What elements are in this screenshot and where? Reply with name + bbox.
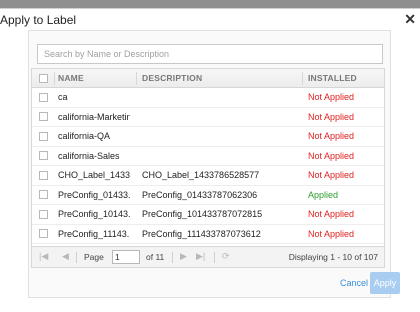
labels-table: NAME DESCRIPTION INSTALLED ca Not Applied… bbox=[31, 68, 385, 247]
column-divider bbox=[136, 72, 137, 85]
table-header: NAME DESCRIPTION INSTALLED bbox=[32, 69, 384, 88]
column-divider bbox=[302, 72, 303, 85]
prev-page-icon[interactable]: ◀ bbox=[62, 251, 69, 262]
pager-divider bbox=[172, 252, 173, 263]
pager-divider bbox=[214, 252, 215, 263]
label-name: ca bbox=[58, 92, 68, 103]
label-description bbox=[142, 127, 307, 146]
row-checkbox[interactable] bbox=[38, 112, 48, 122]
table-row[interactable]: california-Sales Not Applied bbox=[32, 147, 384, 166]
installed-status: Not Applied bbox=[308, 92, 355, 103]
table-row[interactable]: PreConfig_10143... PreConfig_101433787072… bbox=[32, 205, 384, 225]
label-name: PreConfig_10143... bbox=[58, 209, 130, 220]
select-all-cell[interactable] bbox=[32, 69, 54, 87]
label-description: PreConfig_101433787072815 bbox=[142, 209, 263, 220]
label-description: PreConfig_01433787062306 bbox=[142, 189, 258, 200]
refresh-icon[interactable]: ⟳ bbox=[222, 251, 230, 262]
row-select-cell[interactable] bbox=[32, 108, 54, 127]
close-icon[interactable]: ✕ bbox=[404, 11, 416, 27]
label-name: PreConfig_11143... bbox=[58, 228, 130, 239]
table-row[interactable]: CHO_Label_1433... CHO_Label_1433786528577… bbox=[32, 166, 384, 186]
row-select-cell[interactable] bbox=[32, 88, 54, 107]
column-header-description[interactable]: DESCRIPTION bbox=[142, 69, 307, 87]
installed-status: Not Applied bbox=[308, 228, 355, 239]
row-select-cell[interactable] bbox=[32, 166, 54, 185]
page-label: Page bbox=[84, 252, 104, 262]
column-header-installed[interactable]: INSTALLED bbox=[308, 69, 382, 87]
cancel-button[interactable]: Cancel bbox=[340, 278, 368, 288]
apply-button[interactable]: Apply bbox=[370, 272, 400, 294]
label-description bbox=[142, 88, 307, 107]
installed-status: Not Applied bbox=[308, 111, 355, 122]
table-row[interactable]: california-Marketing Not Applied bbox=[32, 108, 384, 127]
row-checkbox[interactable] bbox=[38, 229, 48, 239]
row-checkbox[interactable] bbox=[38, 170, 48, 180]
table-row[interactable]: PreConfig_01433... PreConfig_014337870623… bbox=[32, 186, 384, 205]
label-name: california-Marketing bbox=[58, 111, 130, 122]
search-input[interactable] bbox=[37, 44, 383, 64]
table-row[interactable]: PreConfig_11143... PreConfig_111433787073… bbox=[32, 225, 384, 244]
label-description: PreConfig_111433787073612 bbox=[142, 228, 261, 239]
row-checkbox[interactable] bbox=[38, 209, 48, 219]
row-select-cell[interactable] bbox=[32, 225, 54, 244]
next-page-icon[interactable]: ▶ bbox=[180, 251, 187, 262]
installed-status: Not Applied bbox=[308, 170, 355, 181]
label-name: california-Sales bbox=[58, 150, 120, 161]
dialog-titlebar: Apply to Label ✕ bbox=[0, 9, 420, 31]
installed-status: Not Applied bbox=[308, 150, 355, 161]
label-description: CHO_Label_1433786528577 bbox=[142, 170, 260, 181]
row-select-cell[interactable] bbox=[32, 205, 54, 224]
label-name: PreConfig_01433... bbox=[58, 189, 130, 200]
label-description bbox=[142, 147, 307, 166]
select-all-checkbox[interactable] bbox=[38, 73, 48, 83]
row-checkbox[interactable] bbox=[38, 131, 48, 141]
pager-divider bbox=[76, 252, 77, 263]
row-checkbox[interactable] bbox=[38, 92, 48, 102]
first-page-icon[interactable]: |◀ bbox=[39, 251, 48, 262]
page-count-label: of 11 bbox=[146, 252, 165, 262]
last-page-icon[interactable]: ▶| bbox=[196, 251, 205, 262]
row-checkbox[interactable] bbox=[38, 151, 48, 161]
table-row[interactable]: ca Not Applied bbox=[32, 88, 384, 108]
dialog-title: Apply to Label bbox=[0, 13, 77, 27]
label-description bbox=[142, 108, 307, 127]
row-checkbox[interactable] bbox=[38, 190, 48, 200]
display-count: Displaying 1 - 10 of 107 bbox=[288, 252, 378, 262]
pagination-bar: |◀ ◀ Page of 11 ▶ ▶| ⟳ Displaying 1 - 10… bbox=[31, 247, 385, 268]
column-header-name[interactable]: NAME bbox=[58, 69, 130, 87]
row-select-cell[interactable] bbox=[32, 186, 54, 205]
table-row[interactable]: california-QA Not Applied bbox=[32, 127, 384, 147]
installed-status: Not Applied bbox=[308, 131, 355, 142]
installed-status: Applied bbox=[308, 189, 339, 200]
column-divider bbox=[54, 72, 55, 85]
label-name: CHO_Label_1433... bbox=[58, 170, 130, 181]
row-select-cell[interactable] bbox=[32, 147, 54, 166]
installed-status: Not Applied bbox=[308, 209, 355, 220]
page-number-input[interactable] bbox=[112, 250, 140, 264]
label-name: california-QA bbox=[58, 131, 111, 142]
row-select-cell[interactable] bbox=[32, 127, 54, 146]
